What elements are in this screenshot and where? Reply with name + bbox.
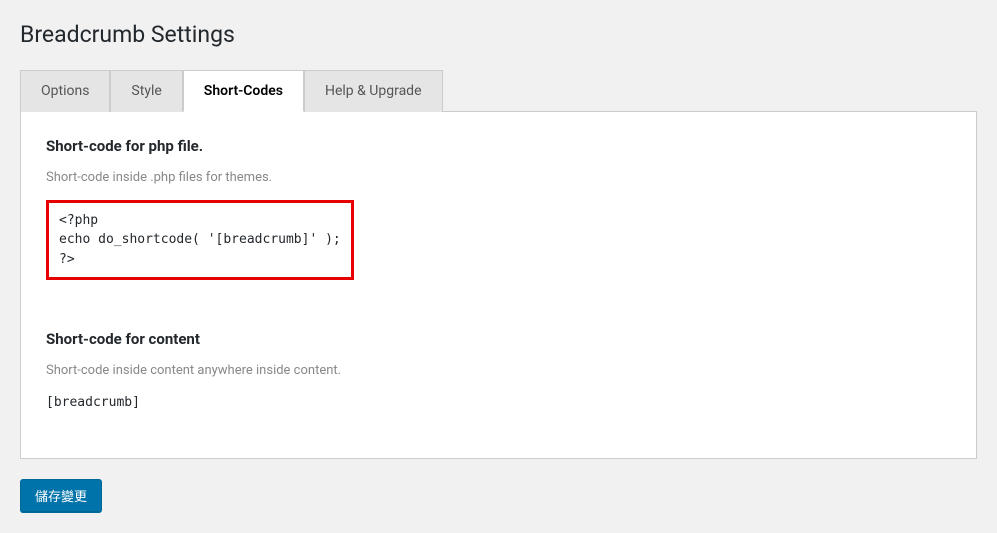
tab-short-codes[interactable]: Short-Codes xyxy=(183,70,304,112)
code-block-content[interactable]: [breadcrumb] xyxy=(46,393,951,413)
tabs-nav: Options Style Short-Codes Help & Upgrade xyxy=(20,70,977,112)
section-title-content: Short-code for content xyxy=(46,330,951,348)
submit-wrap: 儲存變更 xyxy=(20,479,977,512)
save-button[interactable]: 儲存變更 xyxy=(20,479,102,512)
content-panel: Short-code for php file. Short-code insi… xyxy=(20,111,977,459)
section-description-content: Short-code inside content anywhere insid… xyxy=(46,363,951,378)
code-block-php[interactable]: <?php echo do_shortcode( '[breadcrumb]' … xyxy=(46,200,354,281)
page-title: Breadcrumb Settings xyxy=(20,20,977,50)
section-content-shortcode: Short-code for content Short-code inside… xyxy=(46,330,951,413)
section-description-php: Short-code inside .php files for themes. xyxy=(46,170,951,185)
tab-help-upgrade[interactable]: Help & Upgrade xyxy=(304,70,443,112)
section-php-shortcode: Short-code for php file. Short-code insi… xyxy=(46,137,951,281)
tab-options[interactable]: Options xyxy=(20,70,110,112)
section-title-php: Short-code for php file. xyxy=(46,137,951,155)
tab-style[interactable]: Style xyxy=(110,70,182,112)
